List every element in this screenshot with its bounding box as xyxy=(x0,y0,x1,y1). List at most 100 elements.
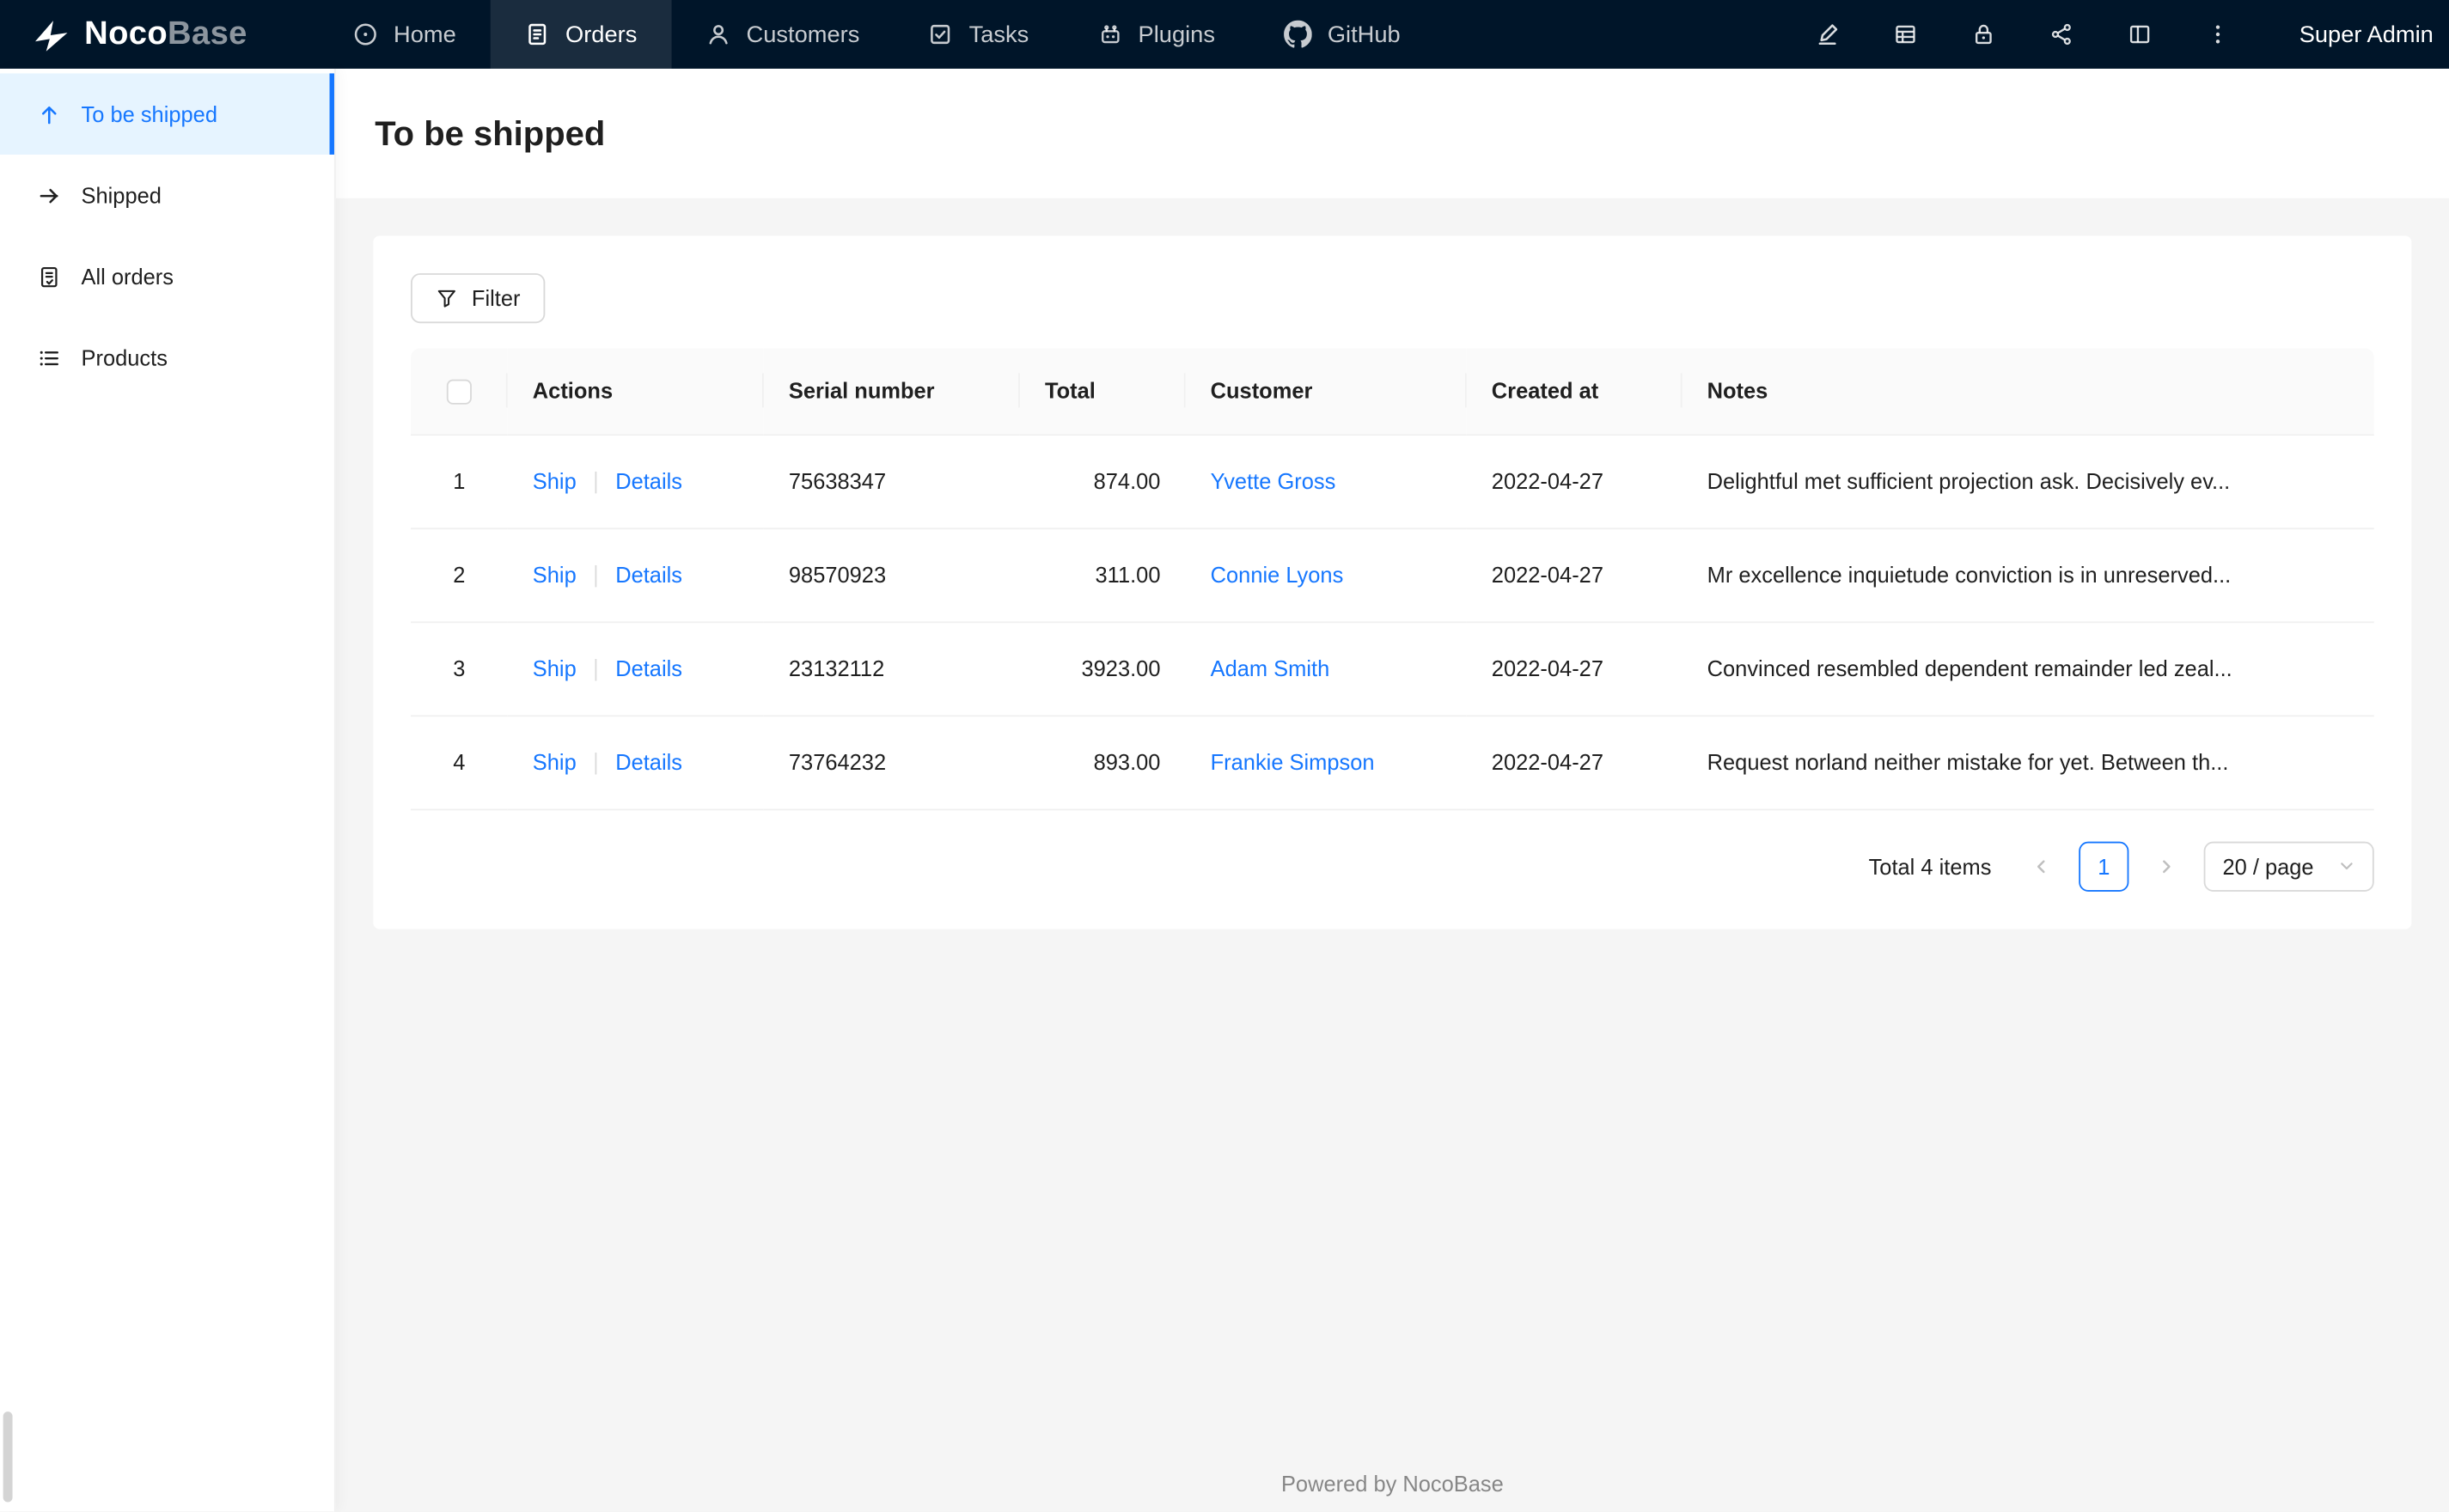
select-all-checkbox[interactable] xyxy=(446,379,472,405)
nodes-icon[interactable] xyxy=(2036,8,2089,61)
column-header-total: Total xyxy=(1019,348,1186,436)
table-row: 3 Ship Details 23132112 3923.00 Adam Smit… xyxy=(411,621,2374,716)
actions-cell: Ship Details xyxy=(507,434,764,529)
customer-cell: Yvette Gross xyxy=(1185,434,1467,529)
brand-logo[interactable]: NocoBase xyxy=(28,13,319,57)
row-index: 2 xyxy=(411,527,508,623)
nav-item-customers[interactable]: Customers xyxy=(671,0,894,69)
sidebar: To be shipped Shipped All orders Product… xyxy=(0,68,336,1512)
orders-icon xyxy=(525,21,550,46)
pagination-total: Total 4 items xyxy=(1868,853,1992,879)
row-index: 4 xyxy=(411,715,508,810)
table-row: 1 Ship Details 75638347 874.00 Yvette Gro… xyxy=(411,434,2374,529)
column-header-select xyxy=(411,348,508,436)
plugins-icon xyxy=(1097,21,1122,46)
total-cell: 3923.00 xyxy=(1019,621,1186,716)
user-menu[interactable]: Super Admin xyxy=(2299,21,2434,48)
serial-number-cell: 23132112 xyxy=(763,621,1020,716)
pagination-prev-button[interactable] xyxy=(2017,841,2067,891)
more-icon[interactable] xyxy=(2191,8,2244,61)
customer-link[interactable]: Frankie Simpson xyxy=(1211,749,1375,774)
notes-cell: Delightful met sufficient projection ask… xyxy=(1682,434,2374,529)
chevron-right-icon xyxy=(2157,857,2176,875)
filter-icon xyxy=(436,287,457,308)
list-icon xyxy=(38,346,61,369)
sidebar-item-label: Products xyxy=(81,344,168,370)
actions-cell: Ship Details xyxy=(507,621,764,716)
page-header: To be shipped xyxy=(335,68,2449,198)
brand-name: NocoBase xyxy=(84,15,247,53)
sidebar-item-to-be-shipped[interactable]: To be shipped xyxy=(0,73,334,155)
column-header-serial-number: Serial number xyxy=(763,348,1020,436)
sidebar-scrollbar[interactable] xyxy=(3,1411,13,1503)
ship-link[interactable]: Ship xyxy=(533,749,577,774)
app-window: NocoBase Home Orders Customers Tasks Plu… xyxy=(0,0,2449,1512)
sidebar-item-products[interactable]: Products xyxy=(0,317,334,399)
ship-link[interactable]: Ship xyxy=(533,468,577,493)
filter-button[interactable]: Filter xyxy=(411,273,546,324)
footer-text: Powered by NocoBase xyxy=(1280,1471,1504,1497)
nav-item-github[interactable]: GitHub xyxy=(1249,0,1435,69)
customer-cell: Adam Smith xyxy=(1185,621,1467,716)
ship-link[interactable]: Ship xyxy=(533,562,577,587)
sidebar-item-shipped[interactable]: Shipped xyxy=(0,155,334,236)
nav-item-label: Customers xyxy=(746,21,860,48)
action-divider xyxy=(595,753,597,775)
highlighter-icon[interactable] xyxy=(1801,8,1854,61)
customer-link[interactable]: Adam Smith xyxy=(1211,655,1330,680)
layout-icon[interactable] xyxy=(2113,8,2166,61)
table-header-row: Actions Serial number Total Customer Cre… xyxy=(411,348,2374,436)
navbar-right-tools: Super Admin xyxy=(1809,8,2434,61)
customer-link[interactable]: Connie Lyons xyxy=(1211,562,1344,587)
collections-icon[interactable] xyxy=(1879,8,1933,61)
customer-link[interactable]: Yvette Gross xyxy=(1211,468,1336,493)
nav-item-label: GitHub xyxy=(1327,21,1401,48)
arrow-right-icon xyxy=(38,184,61,207)
nav-item-tasks[interactable]: Tasks xyxy=(894,0,1063,69)
created-at-cell: 2022-04-27 xyxy=(1466,527,1683,623)
column-header-notes: Notes xyxy=(1682,348,2374,436)
nav-item-home[interactable]: Home xyxy=(319,0,491,69)
total-cell: 874.00 xyxy=(1019,434,1186,529)
lock-icon[interactable] xyxy=(1957,8,2011,61)
tasks-icon xyxy=(928,21,953,46)
nav-item-label: Plugins xyxy=(1138,21,1215,48)
nav-item-plugins[interactable]: Plugins xyxy=(1063,0,1249,69)
action-divider xyxy=(595,472,597,494)
orders-table-card: Filter Actions Serial number Total Custo… xyxy=(373,235,2412,929)
serial-number-cell: 98570923 xyxy=(763,527,1020,623)
page-size-value: 20 / page xyxy=(2222,853,2314,879)
pagination-page-1-button[interactable]: 1 xyxy=(2079,840,2129,891)
github-icon xyxy=(1283,20,1312,49)
customer-cell: Frankie Simpson xyxy=(1185,715,1467,810)
table-row: 2 Ship Details 98570923 311.00 Connie Lyo… xyxy=(411,527,2374,623)
nocobase-logo-icon xyxy=(28,13,72,57)
notes-cell: Mr excellence inquietude conviction is i… xyxy=(1682,527,2374,623)
content-area: Filter Actions Serial number Total Custo… xyxy=(335,198,2449,1512)
ship-link[interactable]: Ship xyxy=(533,655,577,680)
actions-cell: Ship Details xyxy=(507,527,764,623)
footer: Powered by NocoBase xyxy=(373,1446,2411,1511)
created-at-cell: 2022-04-27 xyxy=(1466,434,1683,529)
nav-item-orders[interactable]: Orders xyxy=(490,0,672,69)
details-link[interactable]: Details xyxy=(615,655,682,680)
nav-item-label: Home xyxy=(394,21,456,48)
action-divider xyxy=(595,659,597,681)
details-link[interactable]: Details xyxy=(615,562,682,587)
serial-number-cell: 75638347 xyxy=(763,434,1020,529)
action-divider xyxy=(595,565,597,588)
sidebar-item-label: All orders xyxy=(81,264,174,290)
nav-item-label: Tasks xyxy=(968,21,1029,48)
details-link[interactable]: Details xyxy=(615,749,682,774)
details-link[interactable]: Details xyxy=(615,468,682,493)
pagination-next-button[interactable] xyxy=(2141,841,2191,891)
page-size-select[interactable]: 20 / page xyxy=(2203,840,2374,891)
brand-name-light: Base xyxy=(168,15,247,52)
total-cell: 311.00 xyxy=(1019,527,1186,623)
created-at-cell: 2022-04-27 xyxy=(1466,621,1683,716)
top-navbar: NocoBase Home Orders Customers Tasks Plu… xyxy=(0,0,2449,69)
nav-item-label: Orders xyxy=(565,21,638,48)
filter-button-label: Filter xyxy=(471,285,521,311)
sidebar-item-all-orders[interactable]: All orders xyxy=(0,235,334,317)
main-area: To be shipped Filter Actions Serial numb… xyxy=(335,68,2449,1512)
